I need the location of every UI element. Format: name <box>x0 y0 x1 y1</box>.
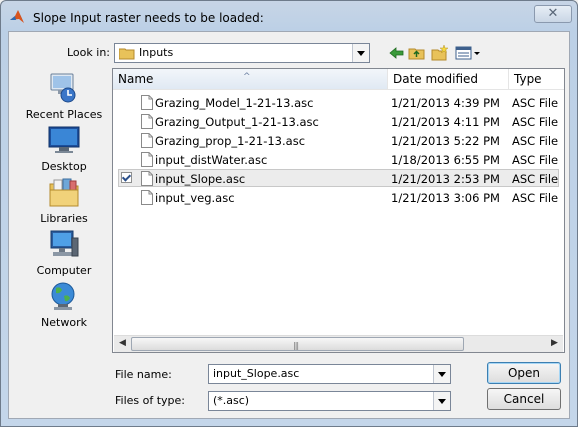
new-folder-icon[interactable] <box>431 44 449 62</box>
network-icon <box>51 282 75 310</box>
file-icon <box>141 152 153 167</box>
file-date: 1/21/2013 5:22 PM <box>391 134 500 148</box>
cancel-button[interactable]: Cancel <box>487 388 561 410</box>
matlab-app-icon <box>10 10 24 23</box>
file-row[interactable]: input_veg.asc 1/21/2013 3:06 PM ASC File <box>113 188 564 207</box>
place-label: Network <box>41 316 87 329</box>
chevron-left-icon: ◀ <box>119 338 126 348</box>
file-row-selected[interactable]: input_Slope.asc 1/21/2013 2:53 PM ASC Fi… <box>113 169 564 188</box>
column-header-date[interactable]: Date modified <box>388 69 509 89</box>
filetype-dropdown-arrow[interactable] <box>433 392 450 410</box>
back-icon[interactable] <box>388 44 406 62</box>
up-folder-icon[interactable] <box>408 44 426 62</box>
horizontal-scrollbar[interactable]: ◀ ||| ▶ <box>114 335 563 352</box>
place-desktop[interactable]: Desktop <box>17 124 111 176</box>
filename-label: File name: <box>115 368 172 381</box>
file-icon <box>141 133 153 148</box>
file-row[interactable]: Grazing_Model_1-21-13.asc 1/21/2013 4:39… <box>113 93 564 112</box>
filetype-value: (*.asc) <box>213 394 250 407</box>
view-menu-icon[interactable] <box>455 44 483 62</box>
places-bar: Recent Places Desktop Libraries Computer… <box>17 70 111 390</box>
recent-places-icon <box>50 73 76 103</box>
file-type: ASC File <box>512 96 559 110</box>
filename-dropdown-arrow[interactable] <box>433 365 450 383</box>
file-type: ASC File <box>512 115 559 129</box>
filename-input[interactable]: input_Slope.asc <box>208 364 451 384</box>
scroll-right-button[interactable]: ▶ <box>546 336 563 352</box>
window-title: Slope Input raster needs to be loaded: <box>33 11 264 25</box>
column-header-name[interactable]: Name ^ <box>113 69 388 89</box>
file-name: Grazing_Model_1-21-13.asc <box>155 96 314 110</box>
file-name: input_distWater.asc <box>155 153 268 167</box>
file-type: ASC File <box>512 134 559 148</box>
open-button[interactable]: Open <box>487 362 561 384</box>
scroll-left-button[interactable]: ◀ <box>114 336 131 352</box>
lookin-combo[interactable]: Inputs <box>114 43 370 63</box>
lookin-label: Look in: <box>67 46 110 59</box>
file-icon <box>141 114 153 129</box>
file-name: Grazing_prop_1-21-13.asc <box>155 134 306 148</box>
close-button[interactable]: ✕ <box>534 5 572 23</box>
file-list[interactable]: Name ^ Date modified Type Grazing_Model_… <box>112 68 565 353</box>
chevron-right-icon: ▶ <box>551 338 558 348</box>
filetype-label: Files of type: <box>115 394 186 407</box>
libraries-icon <box>49 178 79 207</box>
file-checkbox[interactable] <box>121 172 132 183</box>
place-label: Desktop <box>41 160 87 173</box>
folder-icon <box>119 48 135 60</box>
desktop-icon <box>48 126 80 153</box>
place-recent-places[interactable]: Recent Places <box>17 72 111 124</box>
dialog-client-area: Look in: Inputs Recent Places Desktop Li… <box>8 31 570 419</box>
close-icon: ✕ <box>547 6 559 21</box>
computer-icon <box>50 230 79 257</box>
place-network[interactable]: Network <box>17 280 111 332</box>
place-label: Computer <box>36 264 92 277</box>
filename-value: input_Slope.asc <box>213 367 300 380</box>
file-date: 1/21/2013 4:39 PM <box>391 96 500 110</box>
place-libraries[interactable]: Libraries <box>17 176 111 228</box>
grip-icon: ||| <box>293 341 299 350</box>
file-name: Grazing_Output_1-21-13.asc <box>155 115 319 129</box>
lookin-dropdown-arrow[interactable] <box>352 44 369 62</box>
file-name: input_Slope.asc <box>155 172 246 186</box>
sort-ascending-icon: ^ <box>243 72 251 82</box>
file-date: 1/21/2013 3:06 PM <box>391 191 500 205</box>
file-icon <box>141 171 153 186</box>
file-date: 1/21/2013 2:53 PM <box>391 172 500 186</box>
place-computer[interactable]: Computer <box>17 228 111 280</box>
file-icon <box>141 190 153 205</box>
column-header-type[interactable]: Type <box>509 69 564 89</box>
lookin-value: Inputs <box>139 46 174 59</box>
file-type: ASC File <box>512 172 559 186</box>
file-type: ASC File <box>512 153 559 167</box>
scroll-thumb[interactable]: ||| <box>131 337 464 351</box>
open-file-dialog: Slope Input raster needs to be loaded: ✕… <box>0 0 578 427</box>
filetype-select[interactable]: (*.asc) <box>208 391 451 411</box>
file-row[interactable]: Grazing_prop_1-21-13.asc 1/21/2013 5:22 … <box>113 131 564 150</box>
file-date: 1/21/2013 4:11 PM <box>391 115 500 129</box>
file-type: ASC File <box>512 191 559 205</box>
place-label: Libraries <box>40 212 88 225</box>
file-row[interactable]: input_distWater.asc 1/18/2013 6:55 PM AS… <box>113 150 564 169</box>
file-name: input_veg.asc <box>155 191 235 205</box>
title-bar: Slope Input raster needs to be loaded: ✕ <box>1 1 577 31</box>
place-label: Recent Places <box>25 108 103 121</box>
file-date: 1/18/2013 6:55 PM <box>391 153 500 167</box>
file-icon <box>141 95 153 110</box>
file-row[interactable]: Grazing_Output_1-21-13.asc 1/21/2013 4:1… <box>113 112 564 131</box>
